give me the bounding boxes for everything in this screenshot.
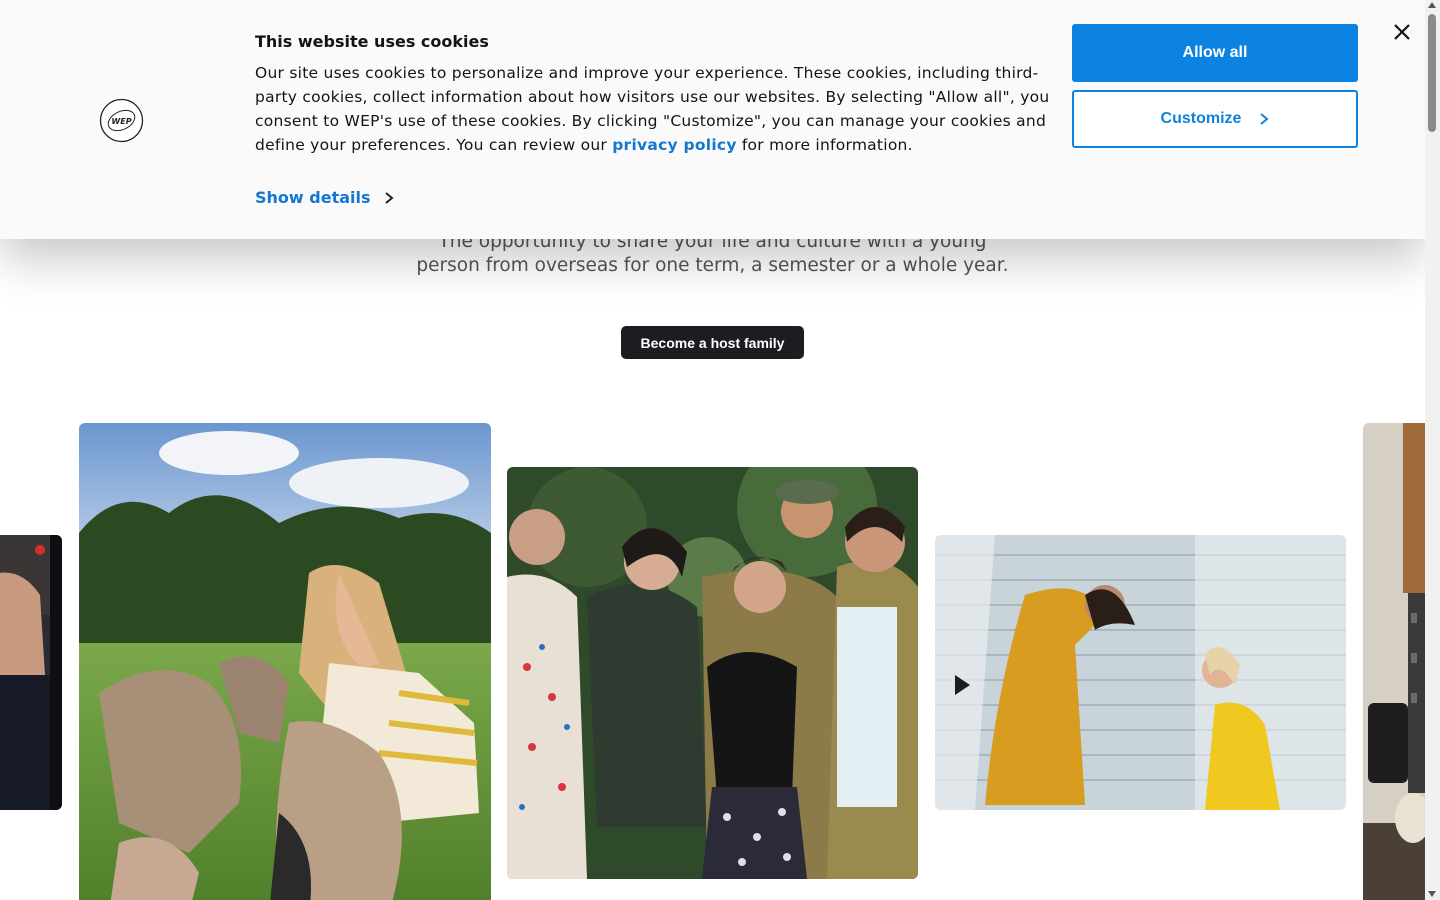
logo-text: WEP	[111, 117, 131, 126]
gallery-photo-person[interactable]	[0, 535, 62, 810]
cookie-description: Our site uses cookies to personalize and…	[255, 61, 1055, 157]
gallery-photo-family[interactable]	[507, 467, 918, 879]
cookie-banner: WEP This website uses cookies Our site u…	[0, 0, 1425, 239]
scrollbar[interactable]	[1425, 0, 1440, 900]
customize-label: Customize	[1160, 110, 1242, 127]
close-icon[interactable]	[1390, 20, 1414, 44]
cookie-description-tail: for more information.	[736, 136, 913, 154]
customize-button[interactable]: Customize	[1072, 90, 1358, 148]
privacy-policy-link[interactable]: privacy policy	[612, 136, 736, 154]
gallery-photo-kangaroos[interactable]	[79, 423, 491, 900]
gallery-photo-yellow-dresses[interactable]	[935, 535, 1346, 810]
become-host-family-button[interactable]: Become a host family	[621, 326, 804, 359]
gallery-photo-kitchen[interactable]	[1363, 423, 1425, 900]
cookie-title: This website uses cookies	[255, 32, 489, 51]
chevron-right-icon	[1260, 113, 1270, 125]
show-details-label: Show details	[255, 188, 371, 207]
allow-all-button[interactable]: Allow all	[1072, 24, 1358, 82]
hero-subtitle-line2: person from overseas for one term, a sem…	[416, 255, 1009, 276]
scrollbar-thumb[interactable]	[1428, 14, 1436, 132]
scroll-up-icon[interactable]	[1428, 2, 1436, 8]
chevron-right-icon	[384, 191, 394, 204]
wep-logo: WEP	[99, 98, 144, 143]
show-details-button[interactable]: Show details	[255, 188, 395, 207]
scroll-down-icon[interactable]	[1428, 891, 1436, 897]
